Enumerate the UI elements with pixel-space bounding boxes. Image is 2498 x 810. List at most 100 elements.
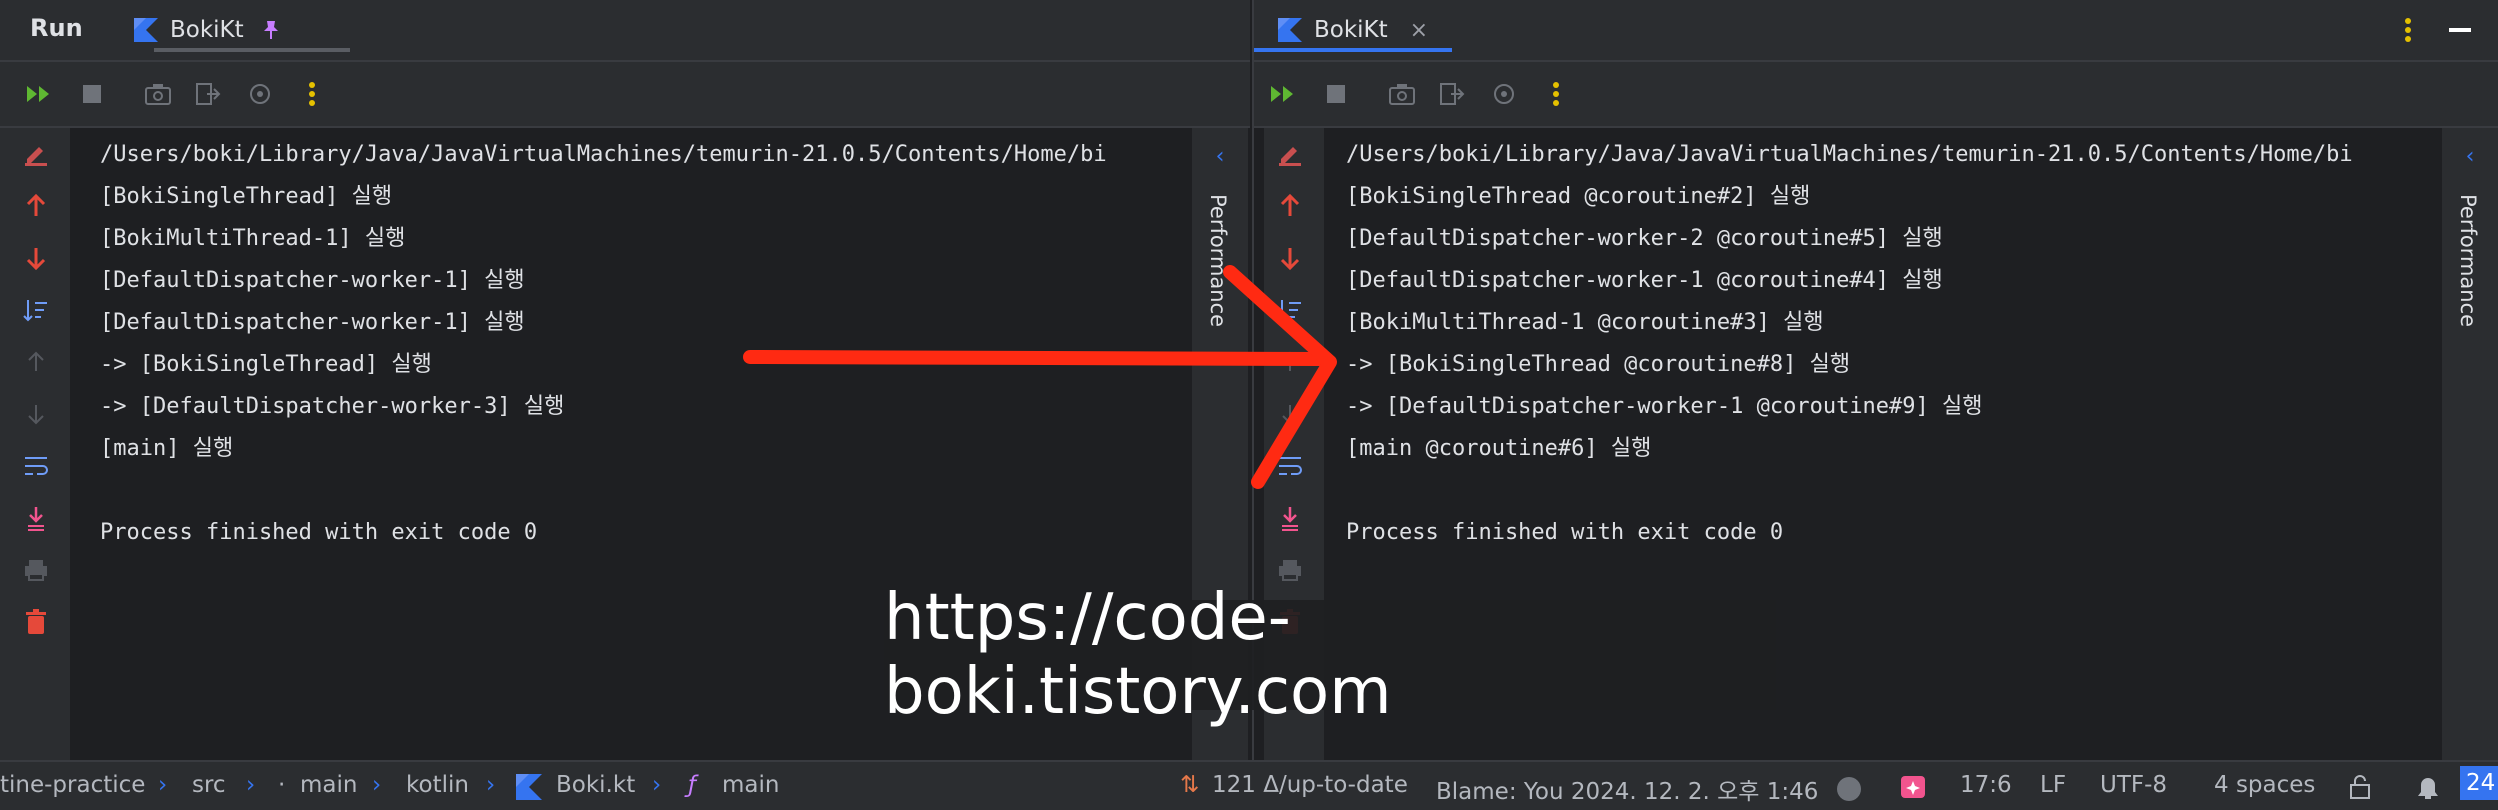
scroll-end-icon (1282, 507, 1298, 531)
stop-button[interactable] (1320, 78, 1352, 110)
console-line: -> [BokiSingleThread] 실행 (100, 352, 432, 377)
performance-label: Performance (1206, 194, 1230, 328)
exit-icon (1440, 83, 1465, 105)
chevron-right-icon: › (246, 772, 256, 798)
breadcrumb-kotlin[interactable]: kotlin (406, 772, 469, 798)
breadcrumb-project[interactable]: tine-practice (0, 772, 145, 798)
sort-icon (1277, 300, 1301, 322)
minimize-button[interactable] (2444, 14, 2476, 46)
more-button[interactable] (296, 78, 328, 110)
cursor-position[interactable]: 17:6 (1960, 772, 2012, 798)
more-button[interactable] (2392, 14, 2424, 46)
print-button[interactable] (1276, 556, 1304, 584)
pin-icon[interactable] (260, 19, 282, 41)
notification-icon[interactable] (2414, 774, 2442, 800)
settings-button[interactable] (1488, 78, 1520, 110)
vcs-status[interactable]: 121 Δ/up-to-date (1212, 772, 1408, 798)
soft-wrap-button[interactable] (22, 452, 50, 480)
breadcrumb-main[interactable]: main (300, 772, 357, 798)
indent-setting[interactable]: 4 spaces (2214, 772, 2315, 798)
left-toolbar (0, 62, 1250, 128)
up-stack-button[interactable] (1276, 192, 1304, 220)
right-tab-bar: BokiKt × (1254, 0, 2498, 62)
chevron-left-icon[interactable]: ‹ (2442, 144, 2498, 169)
trash-icon (26, 609, 46, 634)
console-line: [BokiSingleThread @coroutine#2] 실행 (1346, 184, 1811, 209)
clear-all-button[interactable] (22, 608, 50, 636)
settings-button[interactable] (244, 78, 276, 110)
more-vertical-icon (2405, 18, 2411, 42)
stop-button[interactable] (76, 78, 108, 110)
exit-button[interactable] (1436, 78, 1468, 110)
arrow-down-icon (28, 405, 44, 425)
breadcrumb-src[interactable]: src (192, 772, 226, 798)
file-encoding[interactable]: UTF-8 (2100, 772, 2167, 798)
line-separator[interactable]: LF (2040, 772, 2066, 798)
stop-icon (83, 85, 101, 103)
lock-icon[interactable] (2348, 774, 2372, 800)
breadcrumb-function[interactable]: main (722, 772, 779, 798)
ai-assistant-icon[interactable] (1900, 775, 1926, 801)
soft-wrap-button[interactable] (1276, 452, 1304, 480)
watermark-url: https://code-boki.tistory.com (884, 581, 1776, 729)
kotlin-icon (134, 18, 158, 42)
settings-icon (250, 84, 270, 104)
tab-underline (1254, 48, 1452, 52)
settings-icon (1494, 84, 1514, 104)
exit-button[interactable] (192, 78, 224, 110)
console-line: /Users/boki/Library/Java/JavaVirtualMach… (100, 142, 1107, 167)
left-console-gutter (0, 128, 70, 760)
arrow-down-icon (1280, 248, 1300, 271)
console-line: [BokiMultiThread-1] 실행 (100, 226, 406, 251)
scroll-to-end-button[interactable] (1276, 504, 1304, 532)
tab-bokikt-left[interactable]: BokiKt (134, 10, 350, 52)
tab-bokikt-right[interactable]: BokiKt × (1254, 10, 1452, 52)
arrow-up-icon (1280, 193, 1300, 216)
clear-highlight-button[interactable] (1276, 140, 1304, 168)
console-line: [DefaultDispatcher-worker-1 @coroutine#4… (1346, 268, 1943, 293)
console-line: [DefaultDispatcher-worker-1] 실행 (100, 268, 525, 293)
close-icon[interactable]: × (1410, 18, 1428, 43)
folder-dot-icon: · (278, 772, 286, 798)
rerun-button[interactable] (24, 78, 56, 110)
next-occurrence-button[interactable] (22, 400, 50, 428)
wrap-icon (1279, 457, 1302, 475)
arrow-down-icon (1282, 405, 1298, 425)
function-icon: ƒ (688, 772, 697, 798)
sort-icon (23, 300, 47, 322)
arrow-up-icon (28, 351, 44, 371)
clear-highlight-button[interactable] (22, 140, 50, 168)
status-circle-icon[interactable] (1836, 776, 1862, 802)
rerun-button[interactable] (1268, 78, 1300, 110)
performance-side-panel-right[interactable]: ‹ Performance (2442, 128, 2498, 760)
console-line: Process finished with exit code 0 (100, 520, 538, 545)
next-occurrence-button[interactable] (1276, 400, 1304, 428)
breadcrumb-file[interactable]: Boki.kt (556, 772, 635, 798)
scroll-to-end-button[interactable] (22, 504, 50, 532)
snapshot-button[interactable] (1386, 78, 1418, 110)
chevron-right-icon: › (372, 772, 382, 798)
down-stack-button[interactable] (22, 244, 50, 272)
sort-button[interactable] (22, 296, 50, 324)
tab-underline (154, 48, 350, 52)
sort-button[interactable] (1276, 296, 1304, 324)
chevron-left-icon[interactable]: ‹ (1192, 144, 1248, 169)
snapshot-button[interactable] (142, 78, 174, 110)
prev-occurrence-button[interactable] (22, 348, 50, 376)
console-line: [main @coroutine#6] 실행 (1346, 436, 1652, 461)
vcs-branch-icon: ⇅ (1180, 772, 1200, 798)
right-toolbar (1254, 62, 2498, 128)
right-badge[interactable]: 24 (2460, 766, 2498, 800)
more-button[interactable] (1540, 78, 1572, 110)
more-vertical-icon (1553, 82, 1559, 106)
up-stack-button[interactable] (22, 192, 50, 220)
print-button[interactable] (22, 556, 50, 584)
arrow-up-icon (1282, 351, 1298, 371)
wrap-icon (25, 457, 48, 475)
blame-info[interactable]: Blame: You 2024. 12. 2. 오후 1:46 (1436, 772, 1818, 806)
down-stack-button[interactable] (1276, 244, 1304, 272)
exit-icon (196, 83, 221, 105)
prev-occurrence-button[interactable] (1276, 348, 1304, 376)
